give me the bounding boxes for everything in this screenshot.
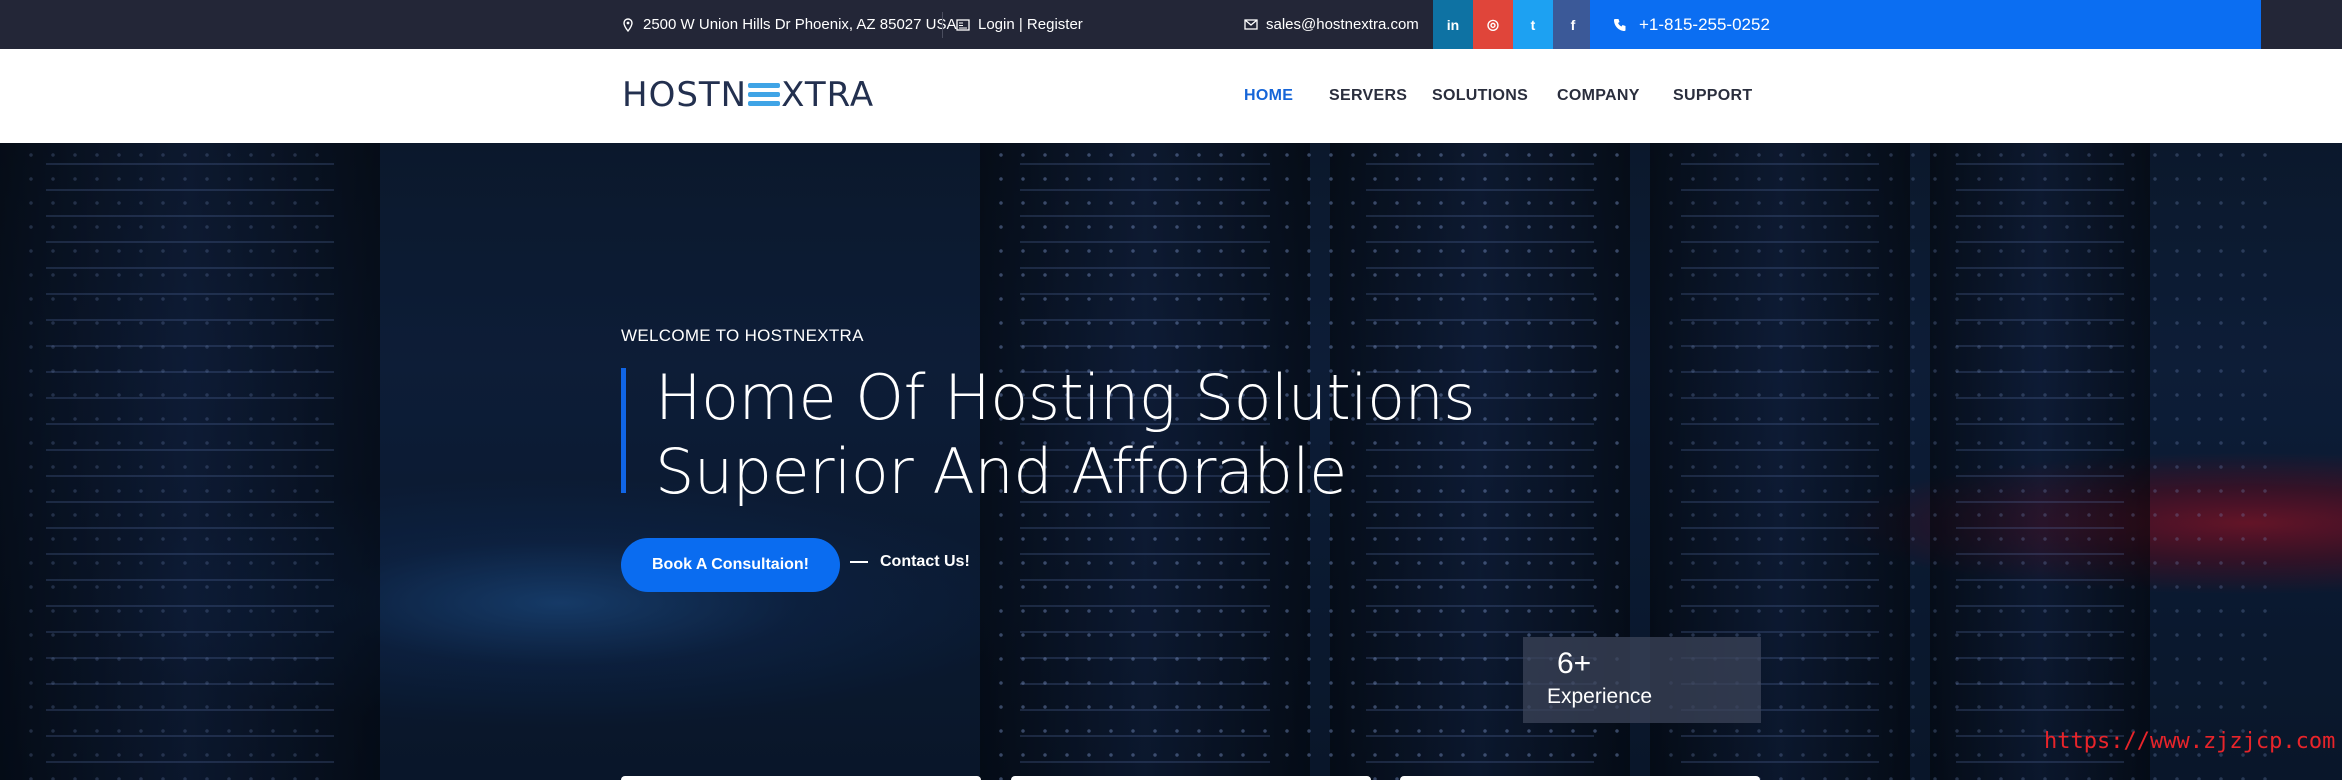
- hero-accent-bar: [621, 368, 626, 493]
- id-card-icon: [956, 18, 970, 32]
- address-text: 2500 W Union Hills Dr Phoenix, AZ 85027 …: [643, 16, 957, 33]
- contact-us-label[interactable]: Contact Us!: [880, 553, 970, 571]
- contact-us-link[interactable]: Contact Us!: [850, 553, 970, 571]
- hero-section: WELCOME TO HOSTNEXTRA Home Of Hosting So…: [0, 143, 2342, 780]
- top-bar-end: [2261, 0, 2342, 49]
- logo-text-left: HOSTN: [622, 75, 748, 115]
- feature-card: [1011, 776, 1371, 780]
- login-register-link[interactable]: Login | Register: [978, 16, 1083, 33]
- instagram-icon[interactable]: ◎: [1473, 0, 1513, 49]
- login-item[interactable]: Login | Register: [956, 0, 1083, 49]
- facebook-icon[interactable]: f: [1553, 0, 1593, 49]
- hero-eyebrow: WELCOME TO HOSTNEXTRA: [621, 326, 864, 345]
- nav-company[interactable]: COMPANY: [1557, 87, 1640, 105]
- watermark-text: https://www.zjzjcp.com: [2044, 729, 2336, 754]
- twitter-icon[interactable]: t: [1513, 0, 1553, 49]
- hero-title-line-2: Superior And Afforable: [655, 435, 1347, 508]
- nav-servers[interactable]: SERVERS: [1329, 87, 1407, 105]
- logo-e-mark: [748, 81, 781, 109]
- experience-value: 6+: [1557, 647, 1592, 680]
- site-logo[interactable]: HOSTN XTRA: [622, 73, 874, 117]
- email-item[interactable]: sales@hostnextra.com: [1244, 0, 1419, 49]
- experience-stat: 6+ Experience: [1523, 637, 1761, 723]
- book-consultation-button[interactable]: Book A Consultaion!: [621, 538, 840, 592]
- logo-text-right: XTRA: [781, 75, 875, 115]
- dash-icon: [850, 561, 868, 563]
- divider: [942, 12, 943, 38]
- feature-card: [1400, 776, 1760, 780]
- linkedin-icon[interactable]: in: [1433, 0, 1473, 49]
- experience-label: Experience: [1547, 685, 1653, 708]
- top-bar: 2500 W Union Hills Dr Phoenix, AZ 85027 …: [0, 0, 2342, 49]
- location-pin-icon: [621, 17, 635, 32]
- site-header: HOSTN XTRA HOME SERVERS SOLUTIONS COMPAN…: [0, 49, 2342, 143]
- envelope-icon: [1244, 18, 1258, 32]
- hero-title: Home Of Hosting Solutions Superior And A…: [655, 361, 1476, 509]
- feature-card: [621, 776, 981, 780]
- nav-support[interactable]: SUPPORT: [1673, 87, 1752, 105]
- address-item: 2500 W Union Hills Dr Phoenix, AZ 85027 …: [621, 0, 956, 49]
- phone-icon: [1613, 17, 1629, 33]
- email-link[interactable]: sales@hostnextra.com: [1266, 16, 1419, 33]
- phone-number[interactable]: +1-815-255-0252: [1639, 15, 1770, 35]
- hero-title-line-1: Home Of Hosting Solutions: [655, 361, 1476, 434]
- nav-home[interactable]: HOME: [1244, 87, 1293, 105]
- phone-box[interactable]: +1-815-255-0252: [1590, 0, 2261, 49]
- nav-solutions[interactable]: SOLUTIONS: [1432, 87, 1528, 105]
